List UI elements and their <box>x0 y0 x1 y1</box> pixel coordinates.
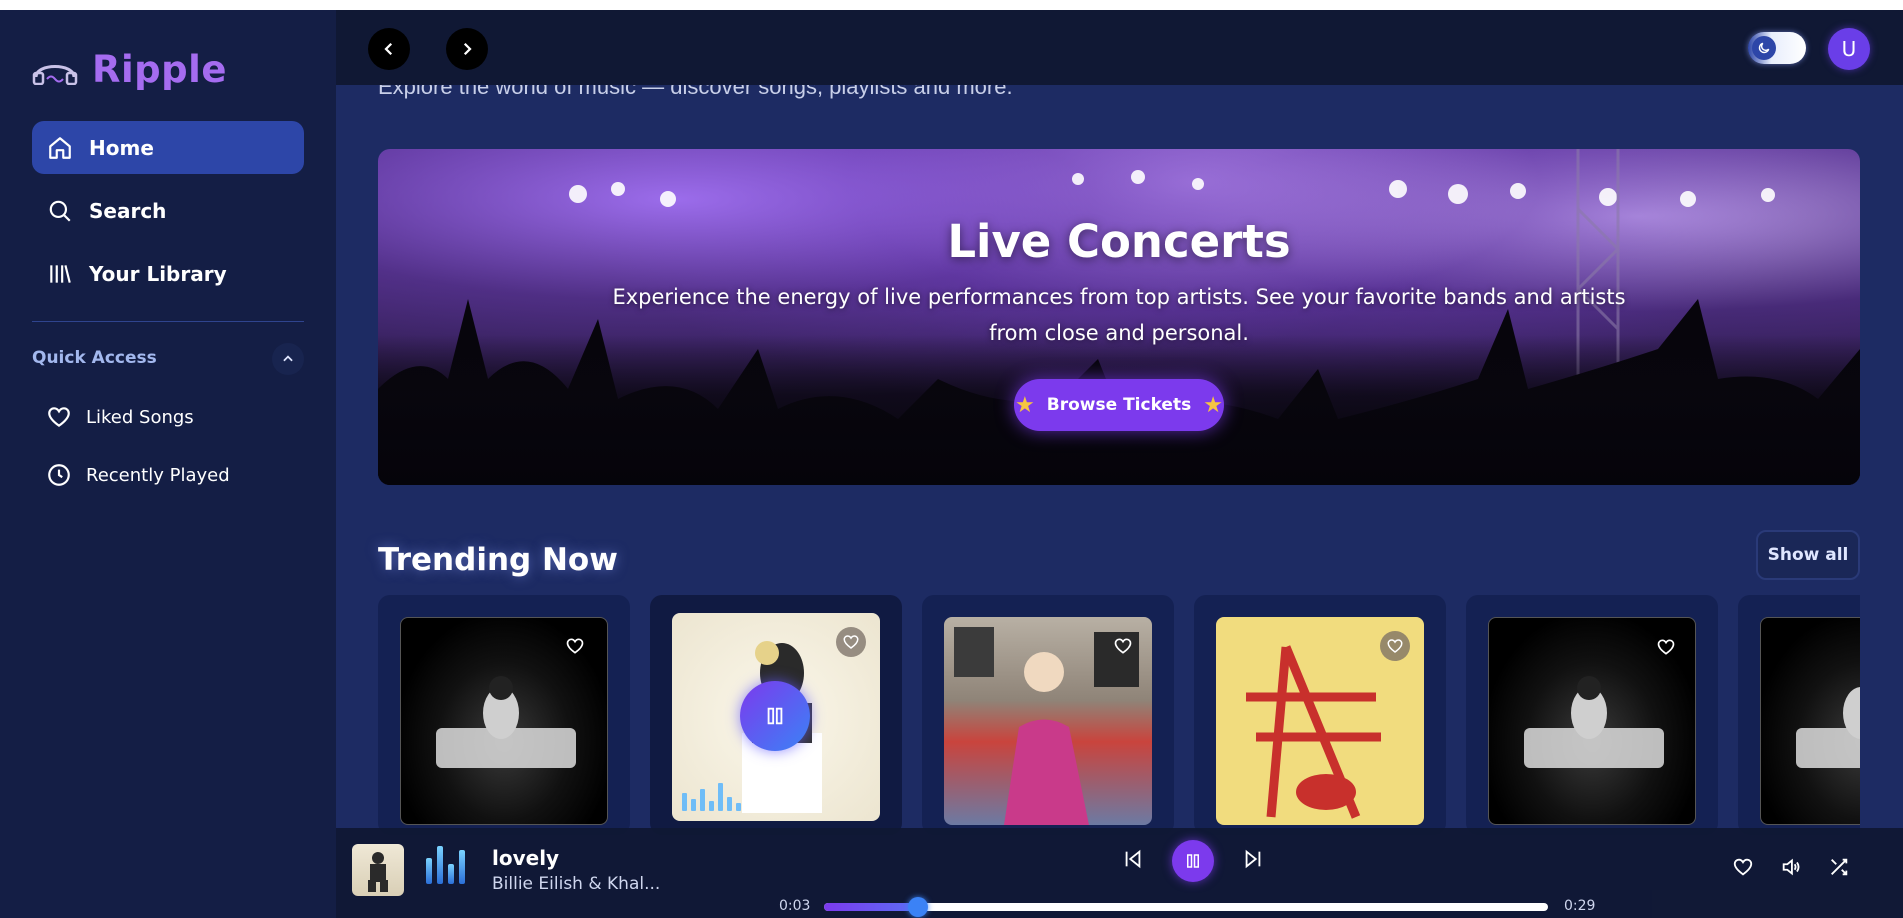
shuffle-button[interactable] <box>1828 856 1850 882</box>
next-button[interactable] <box>1242 848 1264 874</box>
equalizer-animation <box>682 783 741 811</box>
star-icon: ★ <box>1203 392 1223 418</box>
now-playing-bar: lovely Billie Eilish & Khal... 0:03 0:29 <box>336 828 1903 918</box>
sidebar-divider <box>32 321 304 322</box>
heart-icon <box>1114 638 1132 654</box>
like-button[interactable] <box>560 631 590 661</box>
banner-title: Live Concerts <box>947 215 1291 268</box>
theme-toggle-knob <box>1752 36 1776 60</box>
trending-cards <box>378 595 1860 835</box>
nav-home[interactable]: Home <box>32 121 304 174</box>
now-playing-title[interactable]: lovely <box>492 846 559 870</box>
heart-icon <box>566 638 584 654</box>
like-button[interactable] <box>1651 632 1681 662</box>
banner-description: Experience the energy of live performanc… <box>612 285 1626 345</box>
user-avatar[interactable]: U <box>1828 28 1870 70</box>
now-playing-cover[interactable] <box>352 844 404 896</box>
pause-overlay-button[interactable] <box>740 681 810 751</box>
previous-button[interactable] <box>1122 848 1144 874</box>
now-playing-artist[interactable]: Billie Eilish & Khal... <box>492 874 660 894</box>
show-all-button[interactable]: Show all <box>1756 530 1860 580</box>
song-card[interactable] <box>1194 595 1446 835</box>
quick-access-collapse-button[interactable] <box>272 343 304 375</box>
album-art <box>368 852 388 892</box>
playback-controls <box>1122 840 1264 882</box>
nav-search[interactable]: Search <box>32 184 304 237</box>
nav-library[interactable]: Your Library <box>32 247 304 300</box>
liked-songs-label: Liked Songs <box>86 406 194 428</box>
headphones-icon <box>32 64 78 85</box>
chevron-right-icon <box>463 42 472 56</box>
browse-tickets-label: Browse Tickets <box>1046 395 1192 415</box>
moon-icon <box>1758 42 1770 54</box>
forward-button[interactable] <box>446 28 488 70</box>
like-button[interactable] <box>1108 631 1138 661</box>
quick-access-liked-songs[interactable]: Liked Songs <box>46 404 194 430</box>
quick-access-recently-played[interactable]: Recently Played <box>46 462 230 488</box>
album-cover <box>1216 617 1424 825</box>
player-extra-controls <box>1732 856 1850 882</box>
theme-toggle[interactable] <box>1748 32 1806 64</box>
like-current-button[interactable] <box>1732 856 1754 882</box>
search-icon <box>49 200 71 222</box>
heart-icon <box>1657 639 1675 655</box>
heart-icon <box>48 407 70 427</box>
current-time: 0:03 <box>779 898 811 914</box>
quick-access-title: Quick Access <box>32 348 157 368</box>
album-art <box>1796 687 1860 768</box>
browse-tickets-button[interactable]: ★ Browse Tickets ★ <box>1014 379 1224 431</box>
nav-library-label: Your Library <box>89 261 227 286</box>
album-cover <box>1760 617 1860 825</box>
trending-title: Trending Now <box>378 542 618 578</box>
skip-next-icon <box>1245 849 1261 869</box>
clock-icon <box>48 464 70 486</box>
like-button[interactable] <box>1380 631 1410 661</box>
album-cover <box>672 613 880 821</box>
progress-knob[interactable] <box>908 897 929 917</box>
song-card-playing[interactable] <box>650 595 902 835</box>
live-concerts-banner: Live Concerts Experience the energy of l… <box>378 149 1860 485</box>
like-button[interactable] <box>836 627 866 657</box>
song-card[interactable] <box>378 595 630 835</box>
nav-home-label: Home <box>89 135 154 160</box>
skip-previous-icon <box>1125 849 1141 869</box>
top-bar: U <box>336 10 1903 85</box>
total-time: 0:29 <box>1564 898 1596 914</box>
playing-equalizer <box>426 842 465 884</box>
star-icon: ★ <box>1015 392 1035 418</box>
library-icon <box>50 264 71 283</box>
sidebar: Ripple Home Search Your Library Quick Ac… <box>0 10 336 918</box>
progress-bar[interactable] <box>824 897 1548 917</box>
pause-icon <box>1187 854 1199 868</box>
progress-fill <box>824 903 919 911</box>
album-cover <box>1488 617 1696 825</box>
heart-icon <box>843 635 859 649</box>
volume-button[interactable] <box>1780 856 1802 882</box>
chevron-left-icon <box>384 42 393 56</box>
song-card[interactable] <box>1738 595 1860 835</box>
brand-logo[interactable]: Ripple <box>32 48 227 91</box>
brand-name: Ripple <box>92 48 227 91</box>
home-icon <box>49 136 71 159</box>
shuffle-icon <box>1831 858 1848 876</box>
nav-search-label: Search <box>89 198 167 223</box>
back-button[interactable] <box>368 28 410 70</box>
album-cover <box>944 617 1152 825</box>
chevron-up-icon <box>283 355 293 362</box>
heart-icon <box>1733 858 1753 876</box>
app-window: Ripple Home Search Your Library Quick Ac… <box>0 10 1903 918</box>
recently-played-label: Recently Played <box>86 464 230 486</box>
play-pause-button[interactable] <box>1172 840 1214 882</box>
song-card[interactable] <box>922 595 1174 835</box>
song-card[interactable] <box>1466 595 1718 835</box>
pause-icon <box>767 707 783 725</box>
heart-icon <box>1387 639 1403 653</box>
volume-icon <box>1782 858 1800 876</box>
